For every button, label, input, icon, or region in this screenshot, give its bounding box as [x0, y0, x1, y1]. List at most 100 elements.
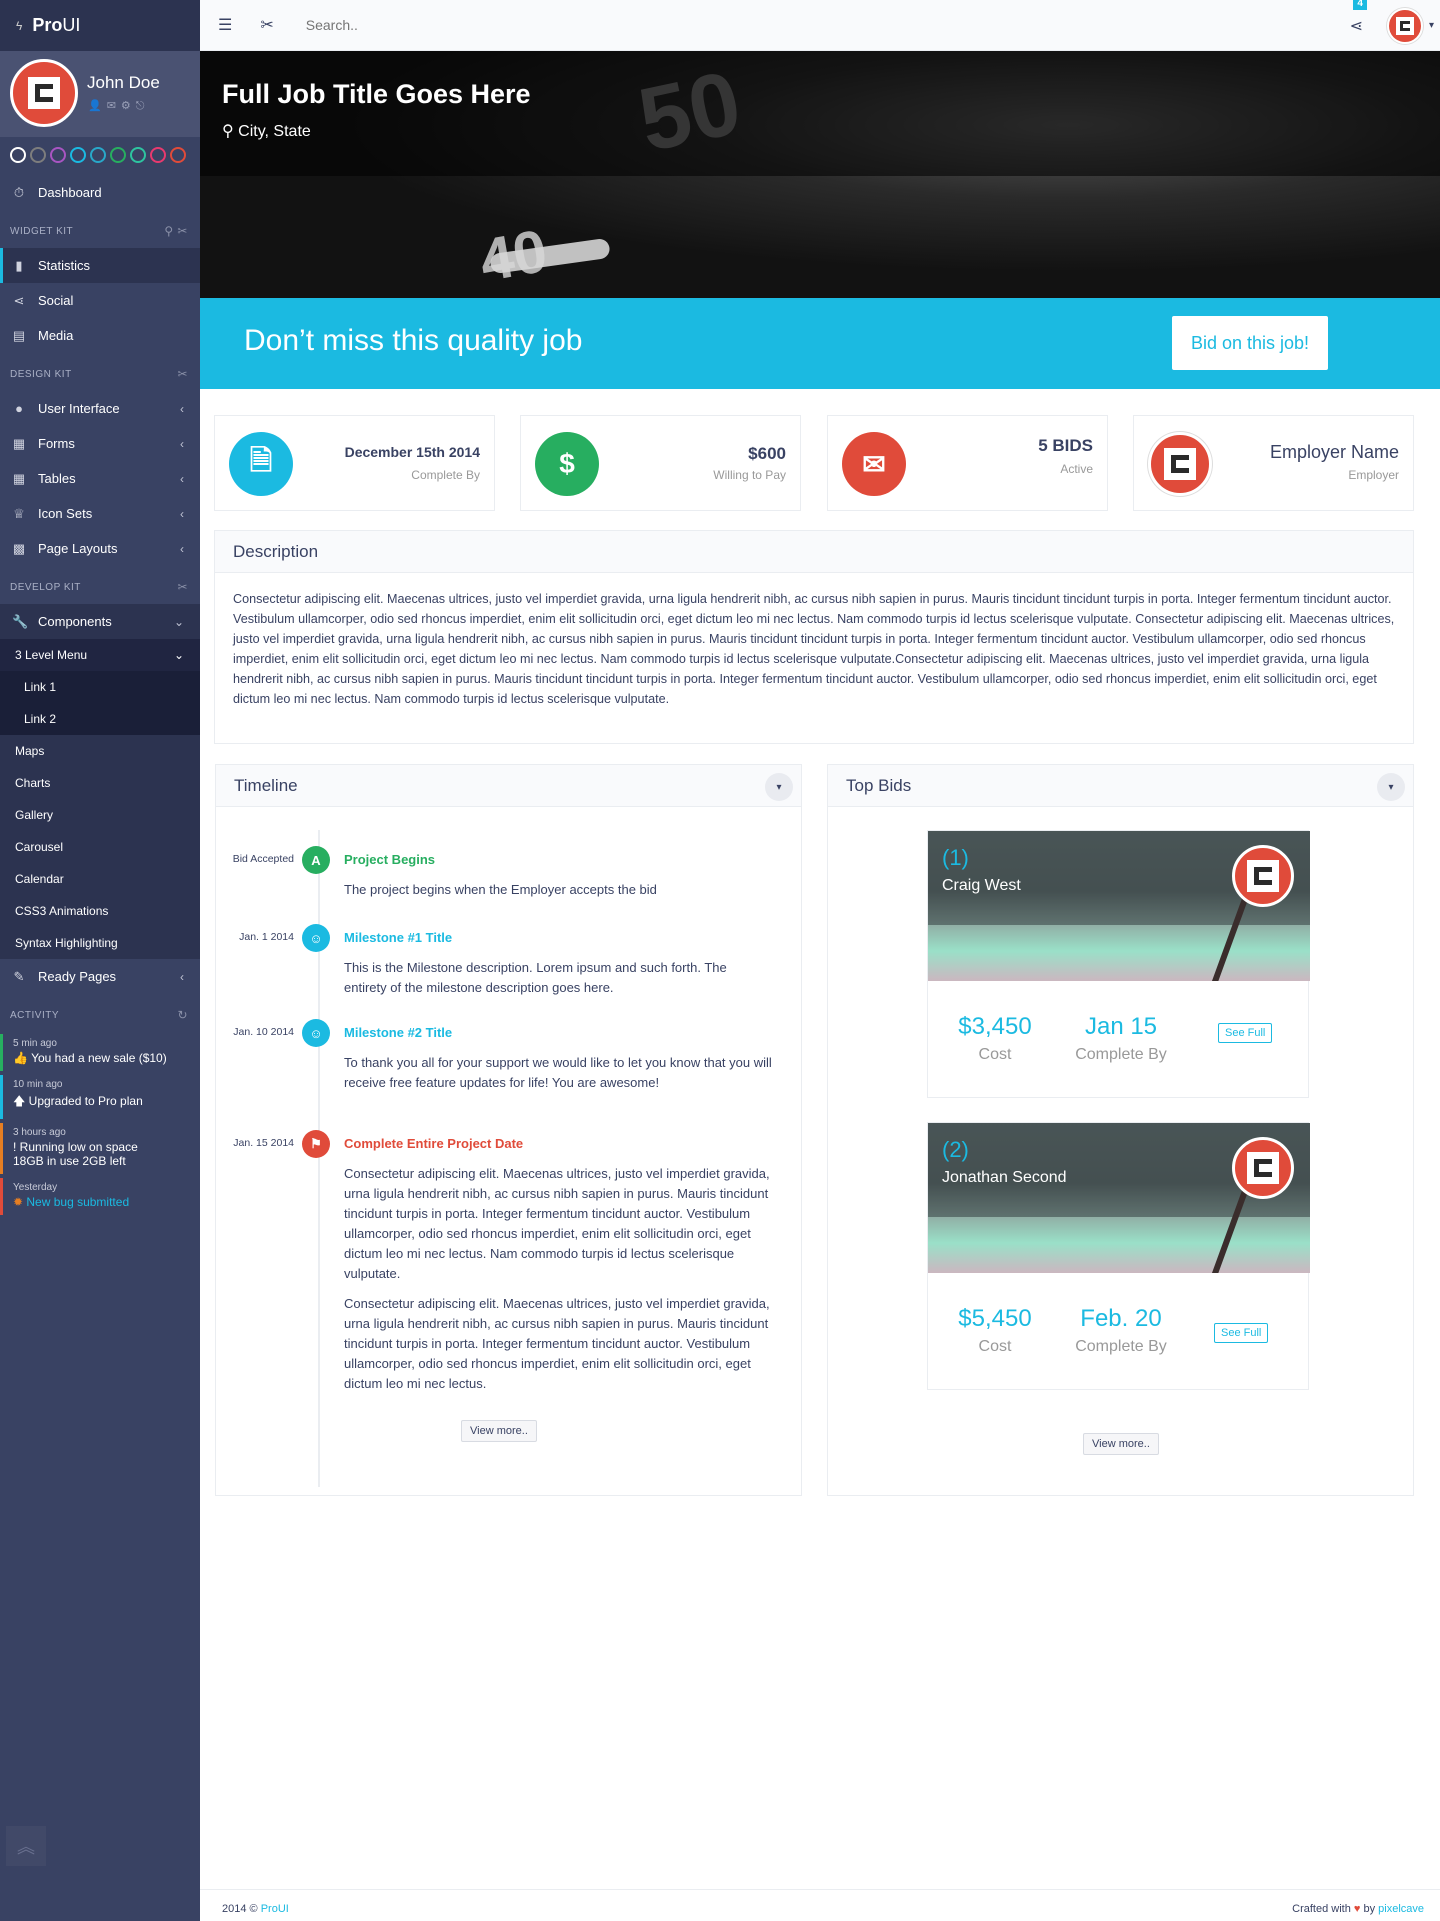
bid-date-label: Complete By	[1075, 1046, 1167, 1063]
chevron-down-icon[interactable]: ▾	[765, 773, 793, 801]
sidebar-item-link-1[interactable]: Link 1	[0, 671, 200, 703]
timeline-view-more-button[interactable]: View more..	[461, 1420, 537, 1442]
footer-brand-link[interactable]: ProUI	[261, 1903, 289, 1915]
activity-time: Yesterday	[13, 1182, 58, 1193]
activity-message[interactable]: ✹ New bug submitted	[13, 1195, 200, 1209]
refresh-icon[interactable]: ↻	[177, 1008, 188, 1022]
wrench-icon: 🔧	[12, 613, 29, 629]
table-icon: ▦	[12, 470, 26, 486]
brand-name-bold: Pro	[32, 15, 63, 35]
job-location: ⚲ City, State	[222, 121, 311, 141]
user-avatar-button[interactable]	[1386, 7, 1423, 44]
see-full-button[interactable]: See Full	[1218, 1023, 1273, 1043]
job-header: 50 40 Full Job Title Goes Here ⚲ City, S…	[200, 51, 1440, 298]
sidebar-item-dashboard[interactable]: ⏱ Dashboard	[0, 175, 200, 210]
sidebar-item-tables[interactable]: ▦ Tables ‹	[0, 461, 200, 496]
sidebar-item-forms[interactable]: ▦ Forms ‹	[0, 426, 200, 461]
stat-employer[interactable]: Employer Name Employer	[1133, 415, 1414, 511]
activity-link[interactable]: New bug submitted	[26, 1195, 129, 1209]
theme-swatch-4[interactable]	[70, 147, 86, 163]
brush-icon: ✎	[13, 968, 25, 984]
logout-icon[interactable]: ⎋	[136, 100, 150, 112]
theme-swatch-5[interactable]	[90, 147, 106, 163]
sidebar-item-ready-pages[interactable]: ✎ Ready Pages ‹	[0, 959, 200, 994]
scroll-top-button[interactable]: ︽	[6, 1826, 46, 1866]
topbar-right: ⋖ 4 ▾	[1350, 0, 1440, 51]
sidebar-item-3-level-menu[interactable]: 3 Level Menu ⌄	[0, 639, 200, 671]
activity-time: 10 min ago	[13, 1079, 63, 1090]
stat-bids[interactable]: ✉ 5 BIDS Active	[827, 415, 1108, 511]
sidebar-item-label: Ready Pages	[38, 969, 117, 984]
design-kit-tools-icon[interactable]: ✂	[177, 367, 188, 381]
bid-card: (2) Jonathan Second $5,450 Cost Feb. 20 …	[927, 1122, 1310, 1390]
theme-swatch-1[interactable]	[10, 147, 26, 163]
sidebar-item-maps[interactable]: Maps	[0, 735, 200, 767]
sidebar-item-link-2[interactable]: Link 2	[0, 703, 200, 735]
bid-button[interactable]: Bid on this job!	[1172, 316, 1328, 370]
sidebar-item-icon-sets[interactable]: ♕ Icon Sets ‹	[0, 496, 200, 531]
footer-copyright: 2014 © ProUI	[222, 1903, 289, 1915]
sidebar-item-label: User Interface	[38, 401, 120, 416]
theme-swatch-6[interactable]	[110, 147, 126, 163]
theme-swatch-3[interactable]	[50, 147, 66, 163]
theme-swatch-9[interactable]	[170, 147, 186, 163]
stat-label: Willing to Pay	[713, 468, 786, 482]
description-title: Description	[233, 541, 319, 561]
share-icon: ⋖	[13, 292, 25, 308]
bid-cost: $5,450	[958, 1305, 1032, 1332]
sidebar-item-page-layouts[interactable]: ▩ Page Layouts ‹	[0, 531, 200, 566]
theme-swatch-7[interactable]	[130, 147, 146, 163]
sidebar-item-media[interactable]: ▤ Media	[0, 318, 200, 353]
sidebar-item-components[interactable]: 🔧 Components ⌄	[0, 604, 200, 639]
dollar-icon: $	[535, 432, 599, 496]
menu-toggle-icon[interactable]: ☰	[218, 15, 232, 35]
activity-item: 10 min ago 🡅 Upgraded to Pro plan	[0, 1075, 200, 1119]
bidder-avatar[interactable]	[1232, 1137, 1294, 1199]
timeline-date: Jan. 1 2014	[239, 931, 294, 943]
description-text: Consectetur adipiscing elit. Maecenas ul…	[233, 592, 1395, 706]
sidebar-item-calendar[interactable]: Calendar	[0, 863, 200, 895]
user-name[interactable]: John Doe	[87, 73, 160, 93]
chevron-down-icon[interactable]: ▾	[1377, 773, 1405, 801]
develop-kit-tools-icon[interactable]: ✂	[177, 580, 188, 594]
stat-complete-by[interactable]: 🗎 December 15th 2014 Complete By	[214, 415, 495, 511]
logo-icon	[1395, 16, 1414, 35]
see-full-button[interactable]: See Full	[1214, 1323, 1269, 1343]
nav-header-label: WIDGET KIT	[10, 225, 74, 237]
activity-text: You had a new sale ($10)	[31, 1051, 167, 1065]
brand-logo[interactable]: ϟ Pro UI	[0, 0, 200, 51]
chevron-left-icon: ‹	[180, 471, 184, 486]
bids-view-more-button[interactable]: View more..	[1083, 1433, 1159, 1455]
theme-swatch-2[interactable]	[30, 147, 46, 163]
widget-kit-tools-icon[interactable]: ⚲ ✂	[164, 224, 188, 238]
sidebar-item-carousel[interactable]: Carousel	[0, 831, 200, 863]
gear-icon[interactable]: ⚙	[121, 100, 136, 112]
footer-author-link[interactable]: pixelcave	[1378, 1903, 1424, 1915]
bidder-avatar[interactable]	[1232, 845, 1294, 907]
chevron-down-icon: ⌄	[173, 648, 184, 662]
bar-chart-icon: ▮	[15, 257, 23, 273]
trophy-icon: ♕	[13, 505, 25, 521]
sidebar-item-charts[interactable]: Charts	[0, 767, 200, 799]
user-icon[interactable]: 👤	[88, 100, 107, 112]
sidebar-item-user-interface[interactable]: ● User Interface ‹	[0, 391, 200, 426]
sidebar-item-social[interactable]: ⋖ Social	[0, 283, 200, 318]
theme-swatch-8[interactable]	[150, 147, 166, 163]
sidebar-item-syntax-highlighting[interactable]: Syntax Highlighting	[0, 927, 200, 959]
sidebar-item-statistics[interactable]: ▮ Statistics	[0, 248, 200, 283]
chevron-left-icon: ‹	[180, 436, 184, 451]
map-marker-icon: ⚲	[222, 123, 239, 140]
sidebar-item-gallery[interactable]: Gallery	[0, 799, 200, 831]
chevron-left-icon: ‹	[180, 541, 184, 556]
sidebar-item-css3-animations[interactable]: CSS3 Animations	[0, 895, 200, 927]
chevron-down-icon[interactable]: ▾	[1429, 20, 1434, 31]
avatar[interactable]	[10, 59, 78, 127]
tools-icon[interactable]: ✂	[260, 15, 273, 35]
share-button[interactable]: ⋖ 4	[1350, 0, 1367, 36]
search-input[interactable]	[305, 17, 706, 33]
mail-icon[interactable]: ✉	[107, 100, 121, 112]
chevron-left-icon: ‹	[180, 401, 184, 416]
stat-budget[interactable]: $ $600 Willing to Pay	[520, 415, 801, 511]
stat-value: $600	[748, 444, 786, 463]
stat-label: Active	[1060, 462, 1093, 476]
